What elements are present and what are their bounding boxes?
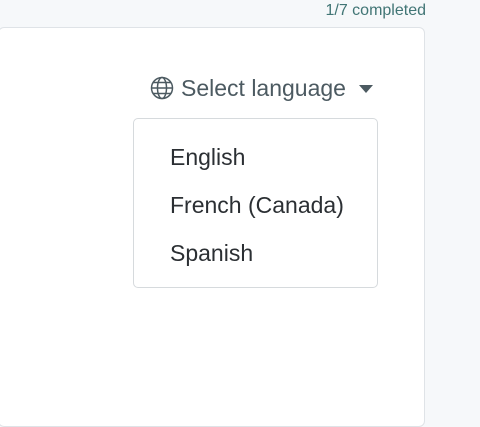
language-selector-label: Select language xyxy=(181,74,346,101)
language-option-spanish[interactable]: Spanish xyxy=(134,233,377,281)
progress-status: 1/7 completed xyxy=(325,2,426,19)
language-option-french-canada[interactable]: French (Canada) xyxy=(134,185,377,233)
language-dropdown-menu: English French (Canada) Spanish xyxy=(133,118,378,288)
language-selector-button[interactable]: Select language xyxy=(150,72,373,104)
caret-down-icon xyxy=(358,85,373,93)
globe-icon xyxy=(150,76,174,100)
language-option-english[interactable]: English xyxy=(134,137,377,185)
